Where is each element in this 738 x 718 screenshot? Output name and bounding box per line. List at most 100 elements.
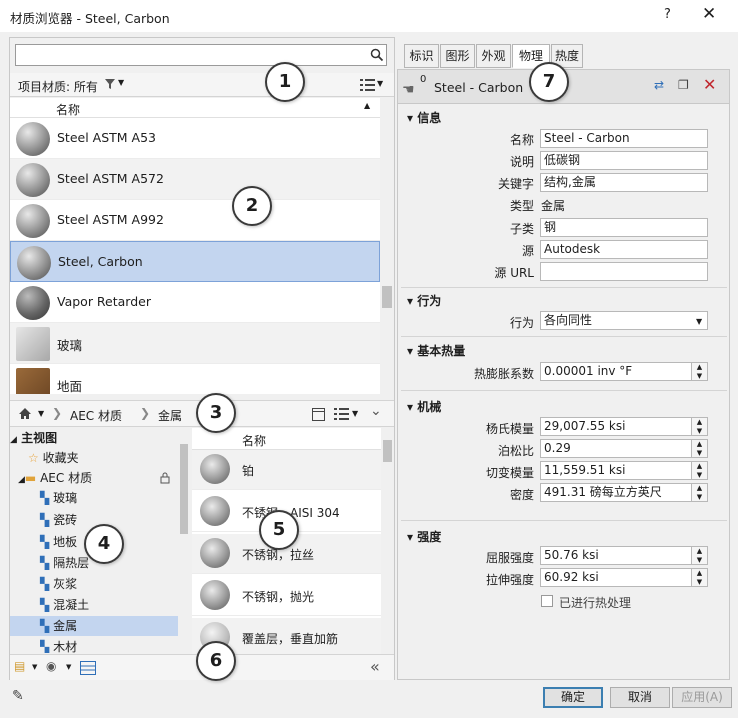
expand-icon[interactable]: ◢ [18, 475, 25, 485]
name-field[interactable]: Steel - Carbon [540, 129, 708, 148]
library-folder-icon[interactable]: ▤ [14, 659, 25, 673]
heat-treated-checkbox[interactable] [541, 595, 553, 607]
youngs-modulus-label: 杨氏模量 [485, 422, 534, 436]
thermal-expansion-stepper[interactable]: ▲ ▼ [691, 362, 708, 381]
library-dropdown-icon[interactable]: ▼ [32, 663, 37, 671]
tree-item-favorites[interactable]: ☆ 收藏夹 [28, 448, 79, 468]
list-item[interactable]: 玻璃 [10, 323, 380, 364]
tensile-strength-field[interactable]: 60.92 ksi [540, 568, 692, 587]
create-dropdown-icon[interactable]: ▼ [66, 663, 71, 671]
grid-header-name[interactable]: 名称 [242, 432, 266, 449]
cancel-button[interactable]: 取消 [610, 687, 670, 708]
remove-asset-icon[interactable]: ✕ [703, 75, 716, 94]
subclass-field[interactable]: 钢 [540, 218, 708, 237]
behavior-dropdown[interactable]: 各向同性 ▼ [540, 311, 708, 330]
density-field[interactable]: 491.31 磅每立方英尺 [540, 483, 692, 502]
create-material-icon[interactable]: ◉ [46, 659, 56, 673]
list-item[interactable]: Steel ASTM A53 [10, 118, 380, 159]
section-behavior-header[interactable]: ▾ 行为 [407, 292, 441, 309]
youngs-modulus-stepper[interactable]: ▲ ▼ [691, 417, 708, 436]
tree-root[interactable]: ◢ 主视图 [10, 428, 57, 448]
source-url-label: 源 URL [494, 266, 534, 280]
list-item[interactable]: Steel ASTM A572 [10, 159, 380, 200]
keywords-field[interactable]: 结构,金属 [540, 173, 708, 192]
source-url-field[interactable] [540, 262, 708, 281]
replace-asset-icon[interactable]: ⇄ [654, 78, 664, 92]
asset-editor-icon[interactable] [80, 661, 96, 675]
apply-button[interactable]: 应用(A) [672, 687, 732, 708]
yield-strength-label: 屈服强度 [485, 551, 534, 565]
filter-dropdown-icon[interactable]: ▼ [118, 78, 124, 87]
home-dropdown-icon[interactable]: ▼ [38, 409, 44, 418]
breadcrumb-metal[interactable]: 金属 [158, 407, 182, 424]
list-header-name[interactable]: 名称 [56, 101, 80, 118]
tree-scrollbar-thumb[interactable] [180, 444, 188, 534]
ok-button[interactable]: 确定 [543, 687, 603, 708]
poisson-ratio-stepper[interactable]: ▲ ▼ [691, 439, 708, 458]
grid-item-label: 覆盖层，垂直加筋 [242, 632, 339, 646]
panel-toggle-icon[interactable] [312, 408, 325, 421]
view-options-icon[interactable] [334, 407, 350, 421]
tree-item[interactable]: ▚ 地板 [40, 532, 77, 552]
tree-item[interactable]: ▚ 玻璃 [40, 488, 77, 508]
list-scrollbar-thumb[interactable] [382, 286, 392, 308]
tree-item-aec[interactable]: ◢▬ AEC 材质 [18, 468, 92, 488]
tree-item[interactable]: ▚ 瓷砖 [40, 510, 77, 530]
section-strength-header[interactable]: ▾ 强度 [407, 528, 441, 545]
grid-scrollbar-thumb[interactable] [383, 440, 392, 462]
list-item-selected[interactable]: Steel, Carbon [10, 241, 380, 282]
section-mechanical-header[interactable]: ▾ 机械 [407, 398, 441, 415]
search-input[interactable] [19, 46, 359, 64]
tree-item-label: 隔热层 [53, 556, 90, 570]
section-thermal-label: 基本热量 [417, 344, 466, 358]
shear-modulus-stepper[interactable]: ▲ ▼ [691, 461, 708, 480]
source-field[interactable]: Autodesk [540, 240, 708, 259]
shear-modulus-field[interactable]: 11,559.51 ksi [540, 461, 692, 480]
youngs-modulus-field[interactable]: 29,007.55 ksi [540, 417, 692, 436]
yield-strength-stepper[interactable]: ▲ ▼ [691, 546, 708, 565]
help-button[interactable]: ? [664, 7, 671, 22]
list-scrollbar[interactable] [380, 98, 394, 394]
duplicate-asset-icon[interactable]: ❐ [678, 78, 689, 92]
material-thumbnail [200, 580, 230, 610]
search-box[interactable] [15, 44, 387, 66]
grid-item[interactable]: 不锈钢，抛光 [192, 576, 381, 616]
tree-item[interactable]: ▚ 混凝土 [40, 595, 89, 615]
search-icon[interactable] [370, 48, 384, 62]
tensile-strength-stepper[interactable]: ▲ ▼ [691, 568, 708, 587]
grid-item[interactable]: 铂 [192, 450, 381, 490]
view-options-dropdown-icon[interactable]: ▼ [377, 79, 383, 88]
expand-icon[interactable]: ◢ [10, 435, 17, 445]
tree-item-label: AEC 材质 [40, 471, 93, 485]
tab-graphics[interactable]: 图形 [440, 44, 475, 68]
description-field[interactable]: 低碳钢 [540, 151, 708, 170]
poisson-ratio-field[interactable]: 0.29 [540, 439, 692, 458]
yield-strength-field[interactable]: 50.76 ksi [540, 546, 692, 565]
thermal-expansion-field[interactable]: 0.00001 inv °F [540, 362, 692, 381]
density-stepper[interactable]: ▲ ▼ [691, 483, 708, 502]
close-button[interactable]: ✕ [702, 4, 716, 24]
section-info-header[interactable]: ▾ 信息 [407, 109, 441, 126]
view-options-dropdown-icon[interactable]: ▼ [352, 409, 358, 418]
tree-root-label: 主视图 [21, 431, 58, 445]
collapse-down-icon[interactable]: ⌄ [370, 403, 382, 419]
home-icon[interactable] [18, 407, 32, 420]
tab-appearance[interactable]: 外观 [476, 44, 511, 68]
breadcrumb-aec[interactable]: AEC 材质 [70, 407, 122, 424]
tree-item[interactable]: ▚ 隔热层 [40, 553, 89, 573]
list-header[interactable]: 名称 ▲ [10, 98, 380, 118]
info-icon[interactable]: ✎ [12, 688, 24, 704]
tree-item-selected[interactable]: ▚ 金属 [40, 616, 77, 636]
list-item[interactable]: 地面 [10, 364, 380, 394]
tree-item[interactable]: ▚ 灰浆 [40, 574, 77, 594]
view-options-icon[interactable] [360, 78, 376, 92]
collapse-left-icon[interactable]: « [370, 657, 380, 676]
tree-item[interactable]: ▚ 木材 [40, 637, 77, 653]
list-item[interactable]: Steel ASTM A992 [10, 200, 380, 241]
filter-icon[interactable] [104, 78, 116, 90]
sort-ascending-icon[interactable]: ▲ [364, 101, 370, 110]
list-item[interactable]: Vapor Retarder [10, 282, 380, 323]
tab-identity[interactable]: 标识 [404, 44, 439, 68]
density-label: 密度 [509, 488, 534, 502]
section-thermal-header[interactable]: ▾ 基本热量 [407, 342, 465, 359]
